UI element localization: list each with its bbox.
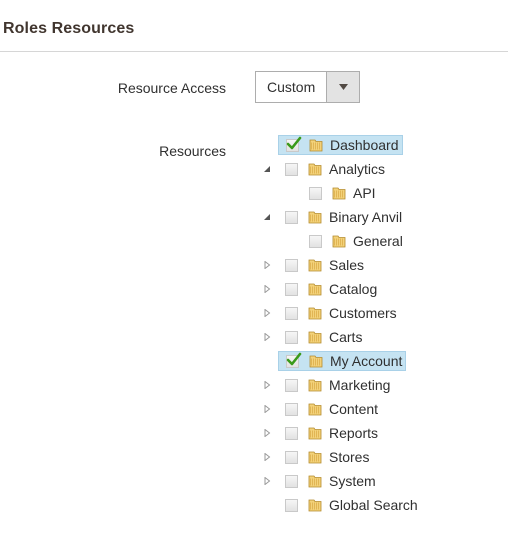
tree-node-label: Content <box>329 401 379 417</box>
resource-access-label: Resource Access <box>117 80 226 96</box>
checkbox[interactable] <box>285 402 298 416</box>
checkbox[interactable] <box>285 306 298 320</box>
tree-node-label: Catalog <box>329 281 378 297</box>
expanded-arrow-icon[interactable] <box>262 212 272 222</box>
tree-node-label: Sales <box>329 257 365 273</box>
collapsed-arrow-icon[interactable] <box>262 428 272 438</box>
folder-icon <box>307 449 323 465</box>
collapsed-arrow-icon[interactable] <box>262 284 272 294</box>
checkbox[interactable] <box>285 282 298 296</box>
folder-icon <box>307 497 323 513</box>
folder-icon <box>307 473 323 489</box>
tree-node[interactable]: Carts <box>278 327 365 347</box>
tree-node[interactable]: Dashboard <box>278 135 403 155</box>
collapsed-arrow-icon[interactable] <box>262 452 272 462</box>
resource-access-value: Custom <box>267 79 316 95</box>
section-divider <box>0 51 508 52</box>
tree-node[interactable]: Marketing <box>278 375 393 395</box>
checkbox[interactable] <box>285 378 298 392</box>
tree-node[interactable]: My Account <box>278 351 407 371</box>
tree-node-label: Global Search <box>329 497 418 513</box>
folder-icon <box>331 185 347 201</box>
checkbox[interactable] <box>309 234 322 248</box>
tree-node[interactable]: Binary Anvil <box>278 207 405 227</box>
checkbox-checked[interactable] <box>286 352 302 368</box>
tree-node-label: API <box>353 185 376 201</box>
folder-icon <box>307 257 323 273</box>
tree-node[interactable]: Customers <box>278 303 400 323</box>
section-title: Roles Resources <box>3 20 135 37</box>
triangle-down-icon[interactable] <box>326 72 359 102</box>
collapsed-arrow-icon[interactable] <box>262 332 272 342</box>
tree-node[interactable]: Content <box>278 399 381 419</box>
resources-label: Resources <box>159 143 226 159</box>
folder-icon <box>307 401 323 417</box>
folder-icon <box>331 233 347 249</box>
tree-node-label: Binary Anvil <box>329 209 403 225</box>
folder-icon <box>308 353 324 369</box>
collapsed-arrow-icon[interactable] <box>262 476 272 486</box>
folder-icon <box>307 281 323 297</box>
tree-node[interactable]: Analytics <box>278 159 388 179</box>
checkbox-checked[interactable] <box>286 136 302 152</box>
tree-node-label: General <box>353 233 403 249</box>
folder-icon <box>307 209 323 225</box>
checkbox[interactable] <box>285 210 298 224</box>
folder-icon <box>307 305 323 321</box>
tree-node[interactable]: Global Search <box>278 495 421 515</box>
tree-node-label: Carts <box>329 329 363 345</box>
checkbox[interactable] <box>285 426 298 440</box>
checkbox[interactable] <box>285 258 298 272</box>
tree-node-label: System <box>329 473 376 489</box>
folder-icon <box>307 329 323 345</box>
resource-access-select[interactable]: Custom <box>255 71 360 103</box>
collapsed-arrow-icon[interactable] <box>262 308 272 318</box>
tree-node-label: Analytics <box>329 161 386 177</box>
checkbox[interactable] <box>285 162 298 176</box>
tree-node[interactable]: Reports <box>278 423 381 443</box>
folder-icon <box>308 137 324 153</box>
tree-node[interactable]: Stores <box>278 447 372 467</box>
tree-node-label: Reports <box>329 425 379 441</box>
checkbox[interactable] <box>285 498 298 512</box>
collapsed-arrow-icon[interactable] <box>262 380 272 390</box>
expanded-arrow-icon[interactable] <box>262 164 272 174</box>
collapsed-arrow-icon[interactable] <box>262 404 272 414</box>
tree-node-label: Stores <box>329 449 370 465</box>
tree-node[interactable]: General <box>302 231 406 251</box>
tree-node-label: Customers <box>329 305 397 321</box>
tree-node-label: My Account <box>330 353 403 369</box>
checkbox[interactable] <box>285 474 298 488</box>
folder-icon <box>307 161 323 177</box>
checkbox[interactable] <box>285 450 298 464</box>
tree-node-label: Dashboard <box>330 137 399 153</box>
tree-node[interactable]: System <box>278 471 379 491</box>
tree-node[interactable]: Sales <box>278 255 367 275</box>
folder-icon <box>307 425 323 441</box>
checkbox[interactable] <box>309 186 322 200</box>
collapsed-arrow-icon[interactable] <box>262 260 272 270</box>
tree-node[interactable]: API <box>302 183 379 203</box>
tree-node-label: Marketing <box>329 377 391 393</box>
tree-node[interactable]: Catalog <box>278 279 380 299</box>
checkbox[interactable] <box>285 330 298 344</box>
folder-icon <box>307 377 323 393</box>
